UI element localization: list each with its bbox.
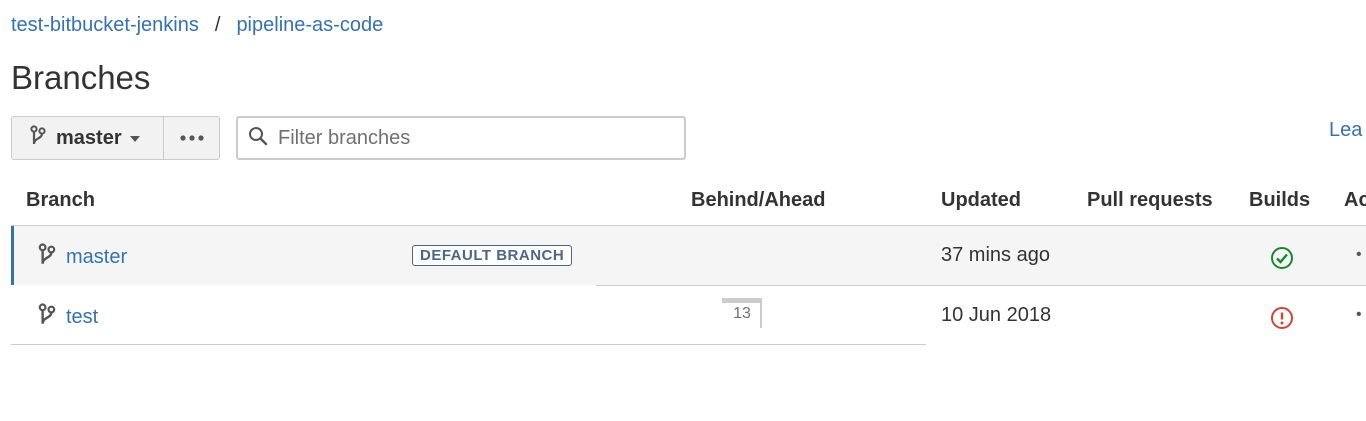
row-actions-icon[interactable]: • — [1356, 246, 1362, 264]
header-builds: Builds — [1249, 189, 1311, 211]
branch-selector-label: master — [56, 126, 122, 149]
ahead-count[interactable]: 13 — [722, 305, 762, 323]
breadcrumb-project-link[interactable]: test-bitbucket-jenkins — [11, 14, 199, 36]
header-branch[interactable]: Branch — [26, 189, 95, 212]
header-updated[interactable]: Updated — [941, 189, 1021, 212]
updated-time: 37 mins ago — [941, 244, 1050, 266]
header-behind-ahead[interactable]: Behind/Ahead — [691, 189, 825, 212]
error-circle-icon[interactable] — [1270, 306, 1294, 335]
learn-more-link[interactable]: Lea — [1329, 119, 1362, 142]
branch-icon — [30, 124, 46, 152]
filter-branches-input[interactable] — [276, 125, 660, 151]
header-actions: Ac — [1344, 189, 1366, 211]
row-divider — [11, 344, 926, 345]
breadcrumb: test-bitbucket-jenkins / pipeline-as-code — [11, 13, 383, 37]
ellipsis-icon — [179, 129, 205, 147]
breadcrumb-separator: / — [214, 14, 221, 36]
table-header: Branch Behind/Ahead Updated Pull request… — [0, 189, 1366, 225]
branch-name-link[interactable]: master — [66, 246, 127, 269]
header-pull-requests: Pull requests — [1087, 189, 1213, 211]
more-actions-button[interactable] — [163, 116, 220, 160]
branch-name-link[interactable]: test — [66, 306, 98, 329]
check-circle-icon[interactable] — [1270, 246, 1294, 275]
branch-icon — [38, 303, 56, 332]
page-title: Branches — [11, 59, 151, 96]
row-actions-icon[interactable]: • — [1356, 306, 1362, 324]
branch-icon — [38, 243, 56, 272]
updated-time: 10 Jun 2018 — [941, 304, 1052, 326]
filter-branches-field[interactable] — [236, 116, 686, 160]
chevron-down-icon — [129, 136, 140, 142]
breadcrumb-repo-link[interactable]: pipeline-as-code — [236, 14, 383, 36]
table-row[interactable] — [11, 226, 1366, 285]
default-branch-lozenge: DEFAULT BRANCH — [412, 245, 573, 266]
search-icon — [248, 126, 268, 151]
branch-selector-button[interactable]: master — [11, 116, 164, 160]
branch-toolbar: master — [11, 116, 220, 160]
table-row[interactable] — [11, 286, 1366, 345]
